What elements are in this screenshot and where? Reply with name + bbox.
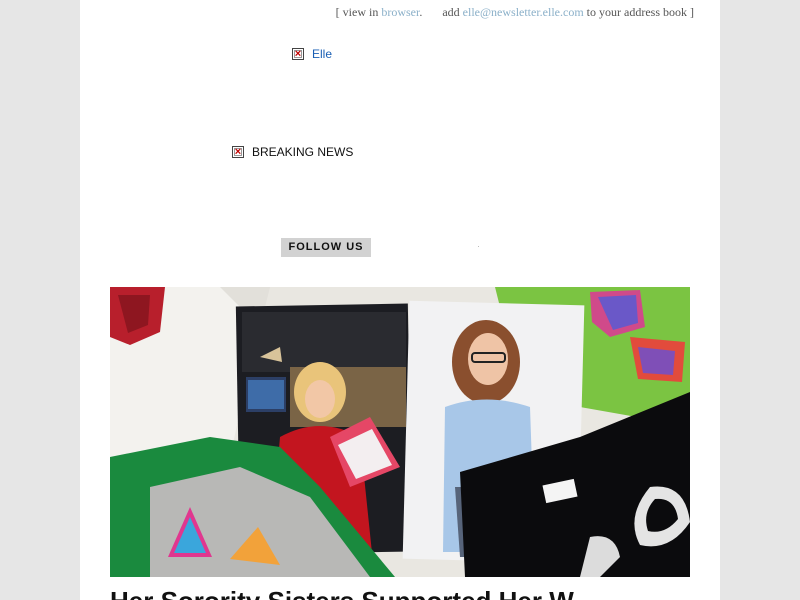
newsletter-email-link[interactable]: elle@newsletter.elle.com (463, 5, 584, 19)
hero-image[interactable] (110, 287, 690, 577)
elle-logo-image[interactable]: × Elle (292, 47, 332, 61)
article-headline[interactable]: Her Sorority Sisters Supported Her W (110, 586, 574, 600)
broken-image-icon: × (292, 48, 304, 60)
view-prefix-text: [ view in (335, 5, 379, 19)
add-prefix-text: add (442, 5, 460, 19)
breaking-news-alt-text: BREAKING NEWS (252, 145, 354, 159)
email-body: [ view in browser. add elle@newsletter.e… (80, 0, 720, 600)
breaking-news-image[interactable]: × BREAKING NEWS (232, 145, 353, 159)
follow-us-button[interactable]: FOLLOW US (281, 238, 371, 257)
view-in-browser-link[interactable]: browser (381, 5, 419, 19)
add-suffix-text: to your address book ] (586, 5, 694, 19)
view-suffix-text: . (419, 5, 423, 19)
broken-image-icon: × (232, 146, 244, 158)
hero-collage-graphic (110, 287, 690, 577)
logo-alt-text: Elle (312, 47, 333, 61)
tracking-pixel (478, 246, 479, 247)
preheader-bar: [ view in browser. add elle@newsletter.e… (336, 5, 694, 20)
